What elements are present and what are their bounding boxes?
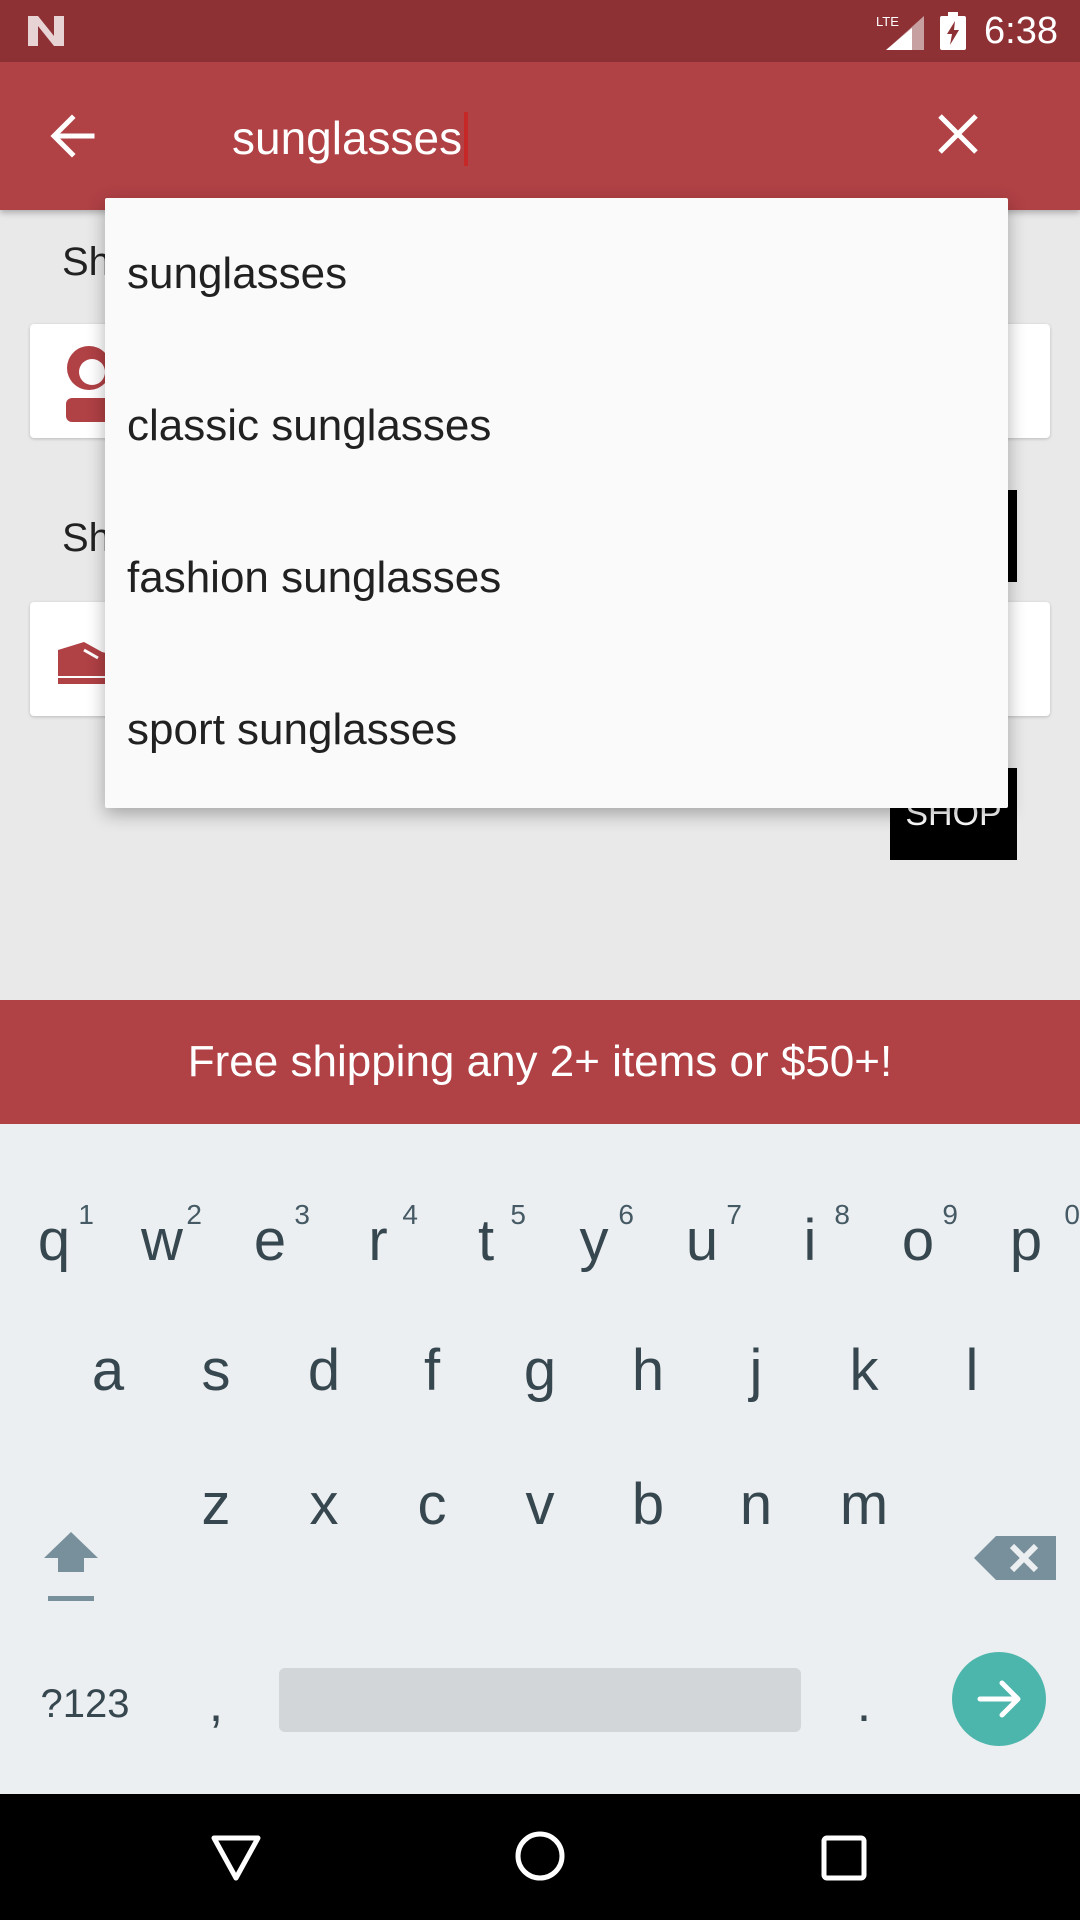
system-navigation-bar (0, 1794, 1080, 1920)
key-label: r (368, 1208, 388, 1273)
key-label: p (1009, 1208, 1043, 1273)
svg-text:LTE: LTE (876, 14, 899, 29)
key-label: w (141, 1208, 183, 1273)
search-suggestions-dropdown: sunglasses classic sunglasses fashion su… (105, 198, 1008, 808)
key-hint: 5 (510, 1199, 526, 1230)
key-c[interactable]: c (378, 1440, 486, 1570)
section-heading-1: Sh (62, 240, 111, 284)
key-hint: 7 (726, 1199, 742, 1230)
key-f[interactable]: f (378, 1306, 486, 1436)
key-e[interactable]: e3 (216, 1176, 324, 1306)
key-hint: 4 (402, 1199, 418, 1230)
text-cursor (464, 111, 469, 166)
shift-key-icon[interactable] (28, 1500, 114, 1620)
period-key[interactable]: . (814, 1654, 914, 1754)
key-label: e (253, 1208, 287, 1273)
clock: 6:38 (984, 10, 1058, 52)
key-label: i (803, 1208, 817, 1273)
key-w[interactable]: w2 (108, 1176, 216, 1306)
backspace-icon[interactable] (966, 1508, 1070, 1608)
space-bar[interactable] (279, 1668, 801, 1732)
key-s[interactable]: s (162, 1306, 270, 1436)
key-hint: 0 (1064, 1199, 1080, 1230)
key-label: q (37, 1208, 71, 1273)
soft-keyboard: q1 w2 e3 r4 t5 y6 u7 i8 o9 p0 a s d f g … (0, 1124, 1080, 1794)
search-input[interactable]: sunglasses (232, 108, 469, 168)
search-query-text: sunglasses (232, 112, 463, 164)
home-circle-icon[interactable] (512, 1828, 568, 1884)
key-hint: 9 (942, 1199, 958, 1230)
key-hint: 1 (78, 1199, 94, 1230)
recents-square-icon[interactable] (816, 1830, 872, 1886)
key-label: y (579, 1208, 609, 1273)
free-shipping-banner[interactable]: Free shipping any 2+ items or $50+! (0, 1000, 1080, 1124)
key-hint: 2 (186, 1199, 202, 1230)
key-t[interactable]: t5 (432, 1176, 540, 1306)
key-k[interactable]: k (810, 1306, 918, 1436)
battery-charging-icon (940, 12, 966, 50)
back-arrow-icon[interactable] (46, 108, 102, 164)
key-y[interactable]: y6 (540, 1176, 648, 1306)
comma-key[interactable]: , (166, 1654, 266, 1754)
key-q[interactable]: q1 (0, 1176, 108, 1306)
status-bar: LTE 6:38 (0, 0, 1080, 62)
key-i[interactable]: i8 (756, 1176, 864, 1306)
key-j[interactable]: j (702, 1306, 810, 1436)
notification-n-icon (28, 16, 64, 46)
key-d[interactable]: d (270, 1306, 378, 1436)
key-u[interactable]: u7 (648, 1176, 756, 1306)
suggestion-item[interactable]: sunglasses (105, 198, 1008, 350)
symbols-key[interactable]: ?123 (20, 1654, 150, 1754)
close-icon[interactable] (930, 106, 986, 162)
key-o[interactable]: o9 (864, 1176, 972, 1306)
key-m[interactable]: m (810, 1440, 918, 1570)
key-g[interactable]: g (486, 1306, 594, 1436)
key-hint: 8 (834, 1199, 850, 1230)
search-toolbar: sunglasses (0, 62, 1080, 210)
back-triangle-icon[interactable] (208, 1830, 264, 1886)
key-label: t (477, 1208, 495, 1273)
suggestion-item[interactable]: classic sunglasses (105, 350, 1008, 502)
section-heading-2: Sh (62, 516, 111, 560)
suggestion-item[interactable]: sport sunglasses (105, 654, 1008, 806)
enter-key[interactable] (952, 1652, 1046, 1746)
key-h[interactable]: h (594, 1306, 702, 1436)
key-r[interactable]: r4 (324, 1176, 432, 1306)
key-label: o (901, 1208, 935, 1273)
arrow-right-icon (977, 1680, 1021, 1718)
suggestion-item[interactable]: fashion sunglasses (105, 502, 1008, 654)
key-x[interactable]: x (270, 1440, 378, 1570)
key-n[interactable]: n (702, 1440, 810, 1570)
lte-signal-icon: LTE (876, 14, 924, 50)
key-hint: 6 (618, 1199, 634, 1230)
key-label: u (685, 1208, 719, 1273)
key-v[interactable]: v (486, 1440, 594, 1570)
key-l[interactable]: l (918, 1306, 1026, 1436)
key-z[interactable]: z (162, 1440, 270, 1570)
key-b[interactable]: b (594, 1440, 702, 1570)
key-a[interactable]: a (54, 1306, 162, 1436)
key-hint: 3 (294, 1199, 310, 1230)
key-p[interactable]: p0 (972, 1176, 1080, 1306)
